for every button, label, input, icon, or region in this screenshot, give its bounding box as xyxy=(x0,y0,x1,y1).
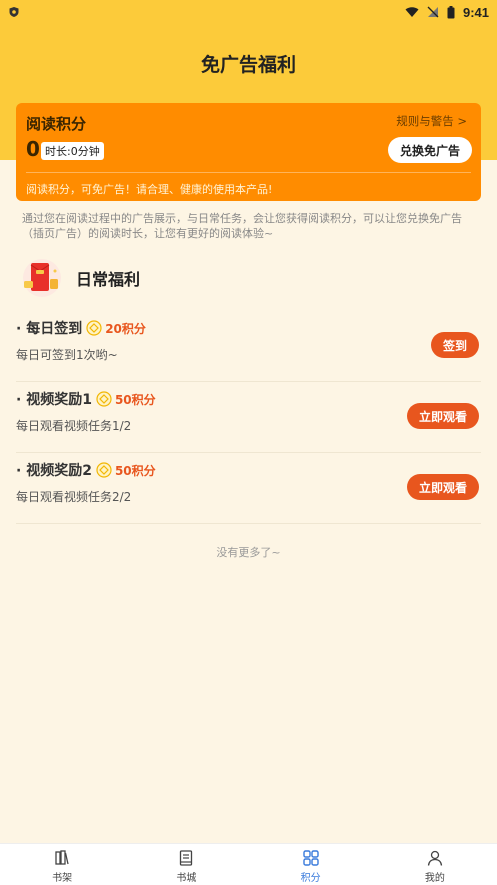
points-card-note: 阅读积分，可免广告！请合理、健康的使用本产品! xyxy=(26,183,273,196)
status-time: 9:41 xyxy=(462,4,489,20)
reading-points-card: 阅读积分 规则与警告 > 0 时长:0分钟 兑换免广告 阅读积分，可免广告！请合… xyxy=(16,103,481,201)
task-video-reward-2: · 视频奖励2 50积分 每日观看视频任务2/2 立即观看 xyxy=(16,454,481,524)
book-icon xyxy=(180,850,193,866)
card-divider xyxy=(26,172,471,173)
points-card-title: 阅读积分 xyxy=(26,115,87,133)
tab-points[interactable]: 积分 xyxy=(249,844,373,885)
bottom-tab-bar: 书架 书城 积分 我的 xyxy=(0,843,497,885)
coin-icon xyxy=(86,320,102,336)
wifi-icon xyxy=(405,7,419,17)
no-more-text: 没有更多了~ xyxy=(216,546,281,559)
reading-duration-badge: 时长:0分钟 xyxy=(41,142,104,160)
checkin-button[interactable]: 签到 xyxy=(430,332,479,358)
daily-welfare-title: 日常福利 xyxy=(76,270,141,289)
coin-icon xyxy=(96,391,112,407)
task-description: 每日可签到1次哟~ xyxy=(16,348,118,362)
task-name: · 视频奖励1 xyxy=(16,392,92,408)
page-title: 免广告福利 xyxy=(200,54,296,76)
shield-icon xyxy=(9,7,19,17)
tab-bookshelf[interactable]: 书架 xyxy=(0,844,124,885)
red-packet-icon xyxy=(18,257,66,299)
rules-link[interactable]: 规则与警告 > xyxy=(396,113,467,129)
tab-label: 书城 xyxy=(176,873,197,884)
status-bar: 9:41 xyxy=(0,0,497,24)
redeem-ad-free-button[interactable]: 兑换免广告 xyxy=(387,137,472,163)
task-points: 50积分 xyxy=(114,392,156,407)
tab-label: 我的 xyxy=(424,873,445,884)
task-video-reward-1: · 视频奖励1 50积分 每日观看视频任务1/2 立即观看 xyxy=(16,383,481,453)
points-value: 0 xyxy=(26,137,40,161)
signal-off-icon xyxy=(427,6,439,18)
task-name: · 视频奖励2 xyxy=(16,463,92,479)
daily-welfare-header: 日常福利 xyxy=(18,257,140,299)
task-points: 50积分 xyxy=(114,463,156,478)
tab-bookstore[interactable]: 书城 xyxy=(124,844,248,885)
bookshelf-icon xyxy=(55,850,69,865)
coin-icon xyxy=(96,462,112,478)
watch-video-1-button[interactable]: 立即观看 xyxy=(406,403,479,429)
task-daily-checkin: · 每日签到 20积分 每日可签到1次哟~ 签到 xyxy=(16,312,481,382)
tab-label: 书架 xyxy=(52,873,73,884)
points-description: 通过您在阅读过程中的广告展示，与日常任务，会让您获得阅读积分，可以让您兑换免广告… xyxy=(22,212,462,240)
grid-icon xyxy=(302,850,319,866)
battery-icon xyxy=(447,5,455,18)
task-description: 每日观看视频任务1/2 xyxy=(16,419,132,433)
tab-label: 积分 xyxy=(300,873,321,884)
task-name: · 每日签到 xyxy=(16,321,83,337)
watch-video-2-button[interactable]: 立即观看 xyxy=(406,474,479,500)
user-icon xyxy=(427,850,443,866)
tab-mine[interactable]: 我的 xyxy=(373,844,497,885)
task-points: 20积分 xyxy=(105,321,146,336)
task-description: 每日观看视频任务2/2 xyxy=(16,490,132,504)
